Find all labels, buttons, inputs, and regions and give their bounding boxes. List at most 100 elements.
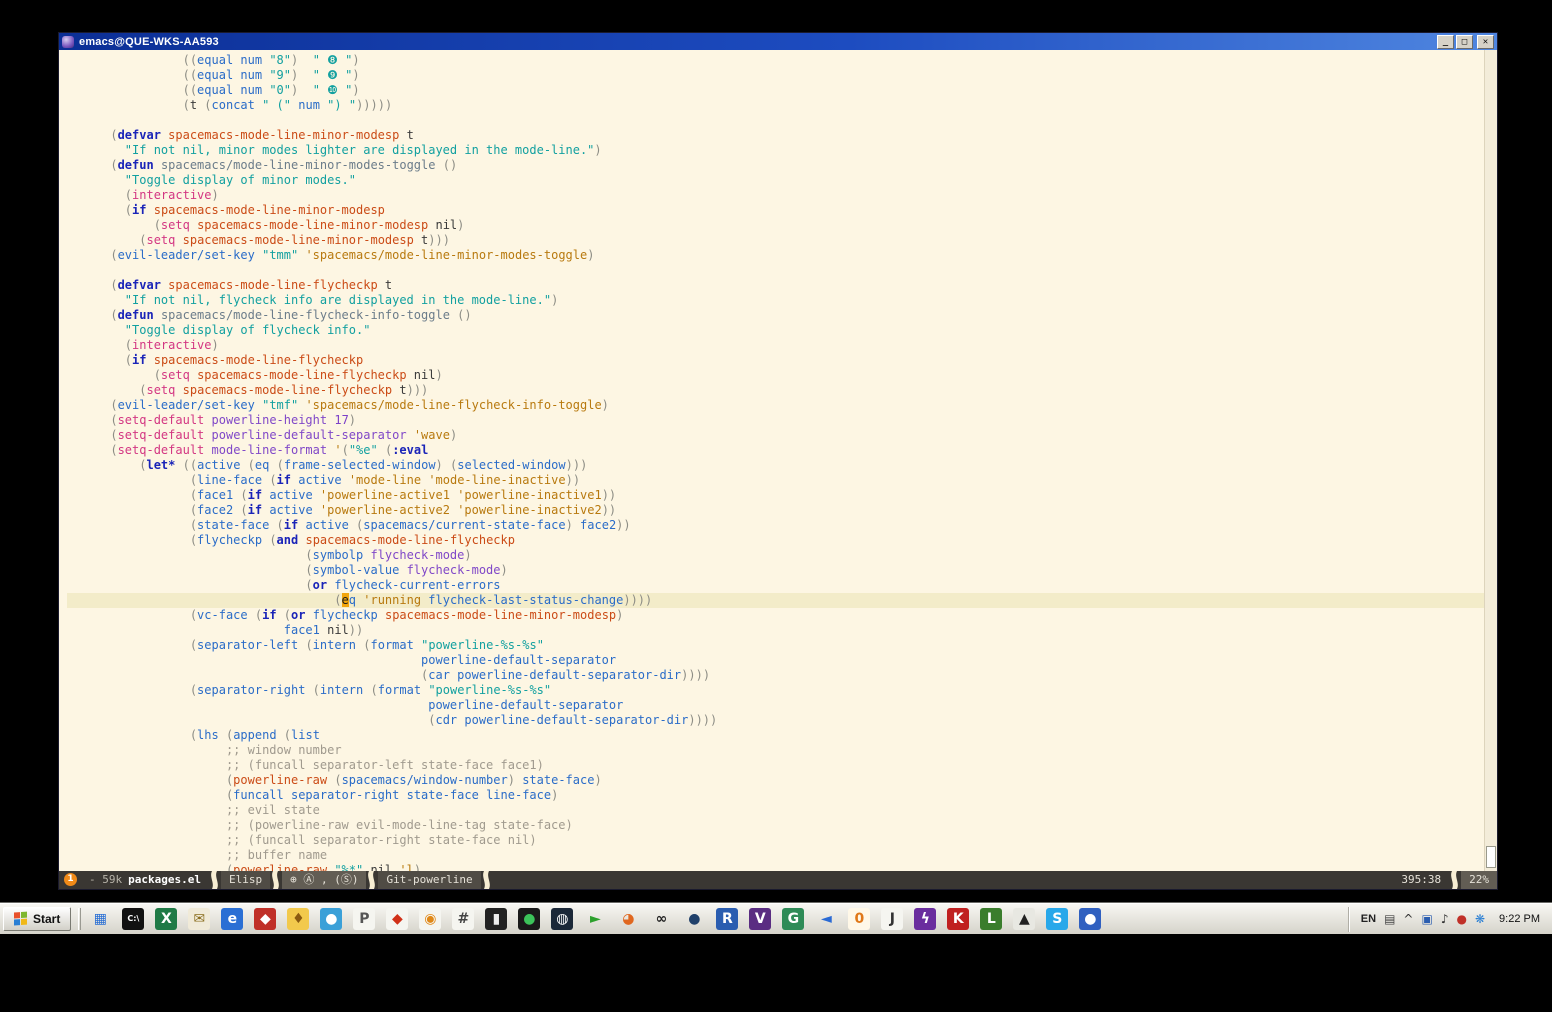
play-green-icon[interactable]: ► bbox=[584, 908, 606, 930]
tray-snow-icon[interactable]: ❋ bbox=[1475, 912, 1485, 926]
purple-app-icon[interactable]: V bbox=[749, 908, 771, 930]
code-line[interactable]: (if spacemacs-mode-line-flycheckp bbox=[67, 353, 1484, 368]
code-line[interactable]: (defun spacemacs/mode-line-minor-modes-t… bbox=[67, 158, 1484, 173]
code-line[interactable]: ;; evil state bbox=[67, 803, 1484, 818]
show-desktop-icon[interactable]: ▦ bbox=[89, 908, 111, 930]
code-line[interactable]: (car powerline-default-separator-dir)))) bbox=[67, 668, 1484, 683]
code-line[interactable]: (powerline-raw "%*" nil 'l) bbox=[67, 863, 1484, 871]
scrollbar-thumb[interactable] bbox=[1486, 846, 1496, 868]
emacs-icon[interactable] bbox=[62, 36, 74, 48]
code-line[interactable]: ((equal num "8") " ❽ ") bbox=[67, 53, 1484, 68]
code-line[interactable]: (let* ((active (eq (frame-selected-windo… bbox=[67, 458, 1484, 473]
code-line[interactable]: ((equal num "9") " ❾ ") bbox=[67, 68, 1484, 83]
media-red-icon[interactable]: ◆ bbox=[254, 908, 276, 930]
code-line[interactable]: (separator-left (intern (format "powerli… bbox=[67, 638, 1484, 653]
tray-printer-icon[interactable]: ▤ bbox=[1384, 912, 1395, 926]
code-line[interactable] bbox=[67, 263, 1484, 278]
editor-doc-icon[interactable]: P bbox=[353, 908, 375, 930]
code-line[interactable]: ;; (funcall separator-left state-face fa… bbox=[67, 758, 1484, 773]
code-line[interactable]: (cdr powerline-default-separator-dir)))) bbox=[67, 713, 1484, 728]
close-button[interactable]: ✕ bbox=[1477, 35, 1494, 49]
code-line[interactable]: (symbol-value flycheck-mode) bbox=[67, 563, 1484, 578]
code-line[interactable]: (defvar spacemacs-mode-line-minor-modesp… bbox=[67, 128, 1484, 143]
title-bar[interactable]: emacs@QUE-WKS-AA593 _ □ ✕ bbox=[59, 33, 1497, 50]
code-line[interactable] bbox=[67, 113, 1484, 128]
code-line[interactable]: (separator-right (intern (format "powerl… bbox=[67, 683, 1484, 698]
code-line[interactable]: (evil-leader/set-key "tmf" 'spacemacs/mo… bbox=[67, 398, 1484, 413]
code-line[interactable]: (interactive) bbox=[67, 188, 1484, 203]
taskbar-clock[interactable]: 9:22 PM bbox=[1499, 913, 1540, 925]
code-line[interactable]: (setq spacemacs-mode-line-minor-modesp n… bbox=[67, 218, 1484, 233]
code-line[interactable]: "Toggle display of flycheck info." bbox=[67, 323, 1484, 338]
steam-icon[interactable]: ◍ bbox=[551, 908, 573, 930]
code-line[interactable]: (if spacemacs-mode-line-minor-modesp bbox=[67, 203, 1484, 218]
labview-icon[interactable]: L bbox=[980, 908, 1002, 930]
globe-icon[interactable]: ● bbox=[320, 908, 342, 930]
code-line[interactable]: (defvar spacemacs-mode-line-flycheckp t bbox=[67, 278, 1484, 293]
diamond-red-icon[interactable]: ◆ bbox=[386, 908, 408, 930]
firefox-icon[interactable]: ◕ bbox=[617, 908, 639, 930]
skype-icon[interactable]: S bbox=[1046, 908, 1068, 930]
code-line[interactable]: (face1 (if active 'powerline-active1 'po… bbox=[67, 488, 1484, 503]
media-k-icon[interactable]: K bbox=[947, 908, 969, 930]
code-line[interactable]: ;; (funcall separator-right state-face n… bbox=[67, 833, 1484, 848]
code-line[interactable]: (eq 'running flycheck-last-status-change… bbox=[67, 593, 1484, 608]
code-line[interactable]: (setq-default powerline-height 17) bbox=[67, 413, 1484, 428]
tray-ball-icon[interactable]: ● bbox=[1456, 912, 1466, 926]
sharp-app-icon[interactable]: # bbox=[452, 908, 474, 930]
mail-icon[interactable]: ✉ bbox=[188, 908, 210, 930]
code-line[interactable]: face1 nil)) bbox=[67, 623, 1484, 638]
player-dark-icon[interactable]: ▮ bbox=[485, 908, 507, 930]
lightning-app-icon[interactable]: ϟ bbox=[914, 908, 936, 930]
code-line[interactable]: "If not nil, minor modes lighter are dis… bbox=[67, 143, 1484, 158]
app-gold-icon[interactable]: ♦ bbox=[287, 908, 309, 930]
tray-display-icon[interactable]: ▣ bbox=[1421, 912, 1432, 926]
chrome-orb-icon[interactable]: ◉ bbox=[419, 908, 441, 930]
infinity-app-icon[interactable]: ∞ bbox=[650, 908, 672, 930]
spotify-icon[interactable]: ● bbox=[518, 908, 540, 930]
code-line[interactable]: (state-face (if active (spacemacs/curren… bbox=[67, 518, 1484, 533]
code-line[interactable]: (interactive) bbox=[67, 338, 1484, 353]
editor-area[interactable]: ((equal num "8") " ❽ ") ((equal num "9")… bbox=[59, 50, 1497, 871]
command-prompt-icon[interactable]: C:\ bbox=[122, 908, 144, 930]
code-line[interactable]: (powerline-raw (spacemacs/window-number)… bbox=[67, 773, 1484, 788]
code-line[interactable]: (funcall separator-right state-face line… bbox=[67, 788, 1484, 803]
buffer-segment[interactable]: - 59kpackages.el bbox=[81, 871, 209, 889]
code-line[interactable]: ;; (powerline-raw evil-mode-line-tag sta… bbox=[67, 818, 1484, 833]
dark-orb-icon[interactable]: ● bbox=[683, 908, 705, 930]
java-icon[interactable]: J bbox=[881, 908, 903, 930]
code-line[interactable]: ;; buffer name bbox=[67, 848, 1484, 863]
code-line[interactable]: (or flycheck-current-errors bbox=[67, 578, 1484, 593]
green-app-icon[interactable]: G bbox=[782, 908, 804, 930]
vertical-scrollbar[interactable] bbox=[1484, 50, 1497, 871]
minor-modes-segment[interactable]: ⊕ Ⓐ , (Ⓢ) bbox=[282, 871, 366, 889]
vc-branch-segment[interactable]: Git-powerline bbox=[378, 871, 480, 889]
start-button[interactable]: Start bbox=[3, 907, 71, 931]
code-line[interactable]: (lhs (append (list bbox=[67, 728, 1484, 743]
code-line[interactable]: (vc-face (if (or flycheckp spacemacs-mod… bbox=[67, 608, 1484, 623]
code-line[interactable]: (setq spacemacs-mode-line-flycheckp t))) bbox=[67, 383, 1484, 398]
code-line[interactable]: ((equal num "0") " ❿ ") bbox=[67, 83, 1484, 98]
maximize-button[interactable]: □ bbox=[1456, 35, 1473, 49]
world-browser-icon[interactable]: ● bbox=[1079, 908, 1101, 930]
code-line[interactable]: (setq spacemacs-mode-line-flycheckp nil) bbox=[67, 368, 1484, 383]
excel-icon[interactable]: X bbox=[155, 908, 177, 930]
eject-app-icon[interactable]: ▲ bbox=[1013, 908, 1035, 930]
code-line[interactable]: (setq-default mode-line-format '("%e" (:… bbox=[67, 443, 1484, 458]
tray-volume-icon[interactable]: ♪ bbox=[1441, 912, 1449, 926]
code-line[interactable]: (defun spacemacs/mode-line-flycheck-info… bbox=[67, 308, 1484, 323]
major-mode-segment[interactable]: Elisp bbox=[221, 871, 270, 889]
code-line[interactable]: ;; window number bbox=[67, 743, 1484, 758]
r-app-icon[interactable]: R bbox=[716, 908, 738, 930]
language-indicator[interactable]: EN bbox=[1361, 913, 1376, 925]
code-line[interactable]: (flycheckp (and spacemacs-mode-line-flyc… bbox=[67, 533, 1484, 548]
zero-badge-icon[interactable]: 0 bbox=[848, 908, 870, 930]
code-buffer[interactable]: ((equal num "8") " ❽ ") ((equal num "9")… bbox=[59, 50, 1484, 871]
internet-explorer-icon[interactable]: e bbox=[221, 908, 243, 930]
code-line[interactable]: (setq spacemacs-mode-line-minor-modesp t… bbox=[67, 233, 1484, 248]
code-line[interactable]: (evil-leader/set-key "tmm" 'spacemacs/mo… bbox=[67, 248, 1484, 263]
code-line[interactable]: "If not nil, flycheck info are displayed… bbox=[67, 293, 1484, 308]
code-line[interactable]: (line-face (if active 'mode-line 'mode-l… bbox=[67, 473, 1484, 488]
nav-back-icon[interactable]: ◄ bbox=[815, 908, 837, 930]
code-line[interactable]: powerline-default-separator bbox=[67, 653, 1484, 668]
